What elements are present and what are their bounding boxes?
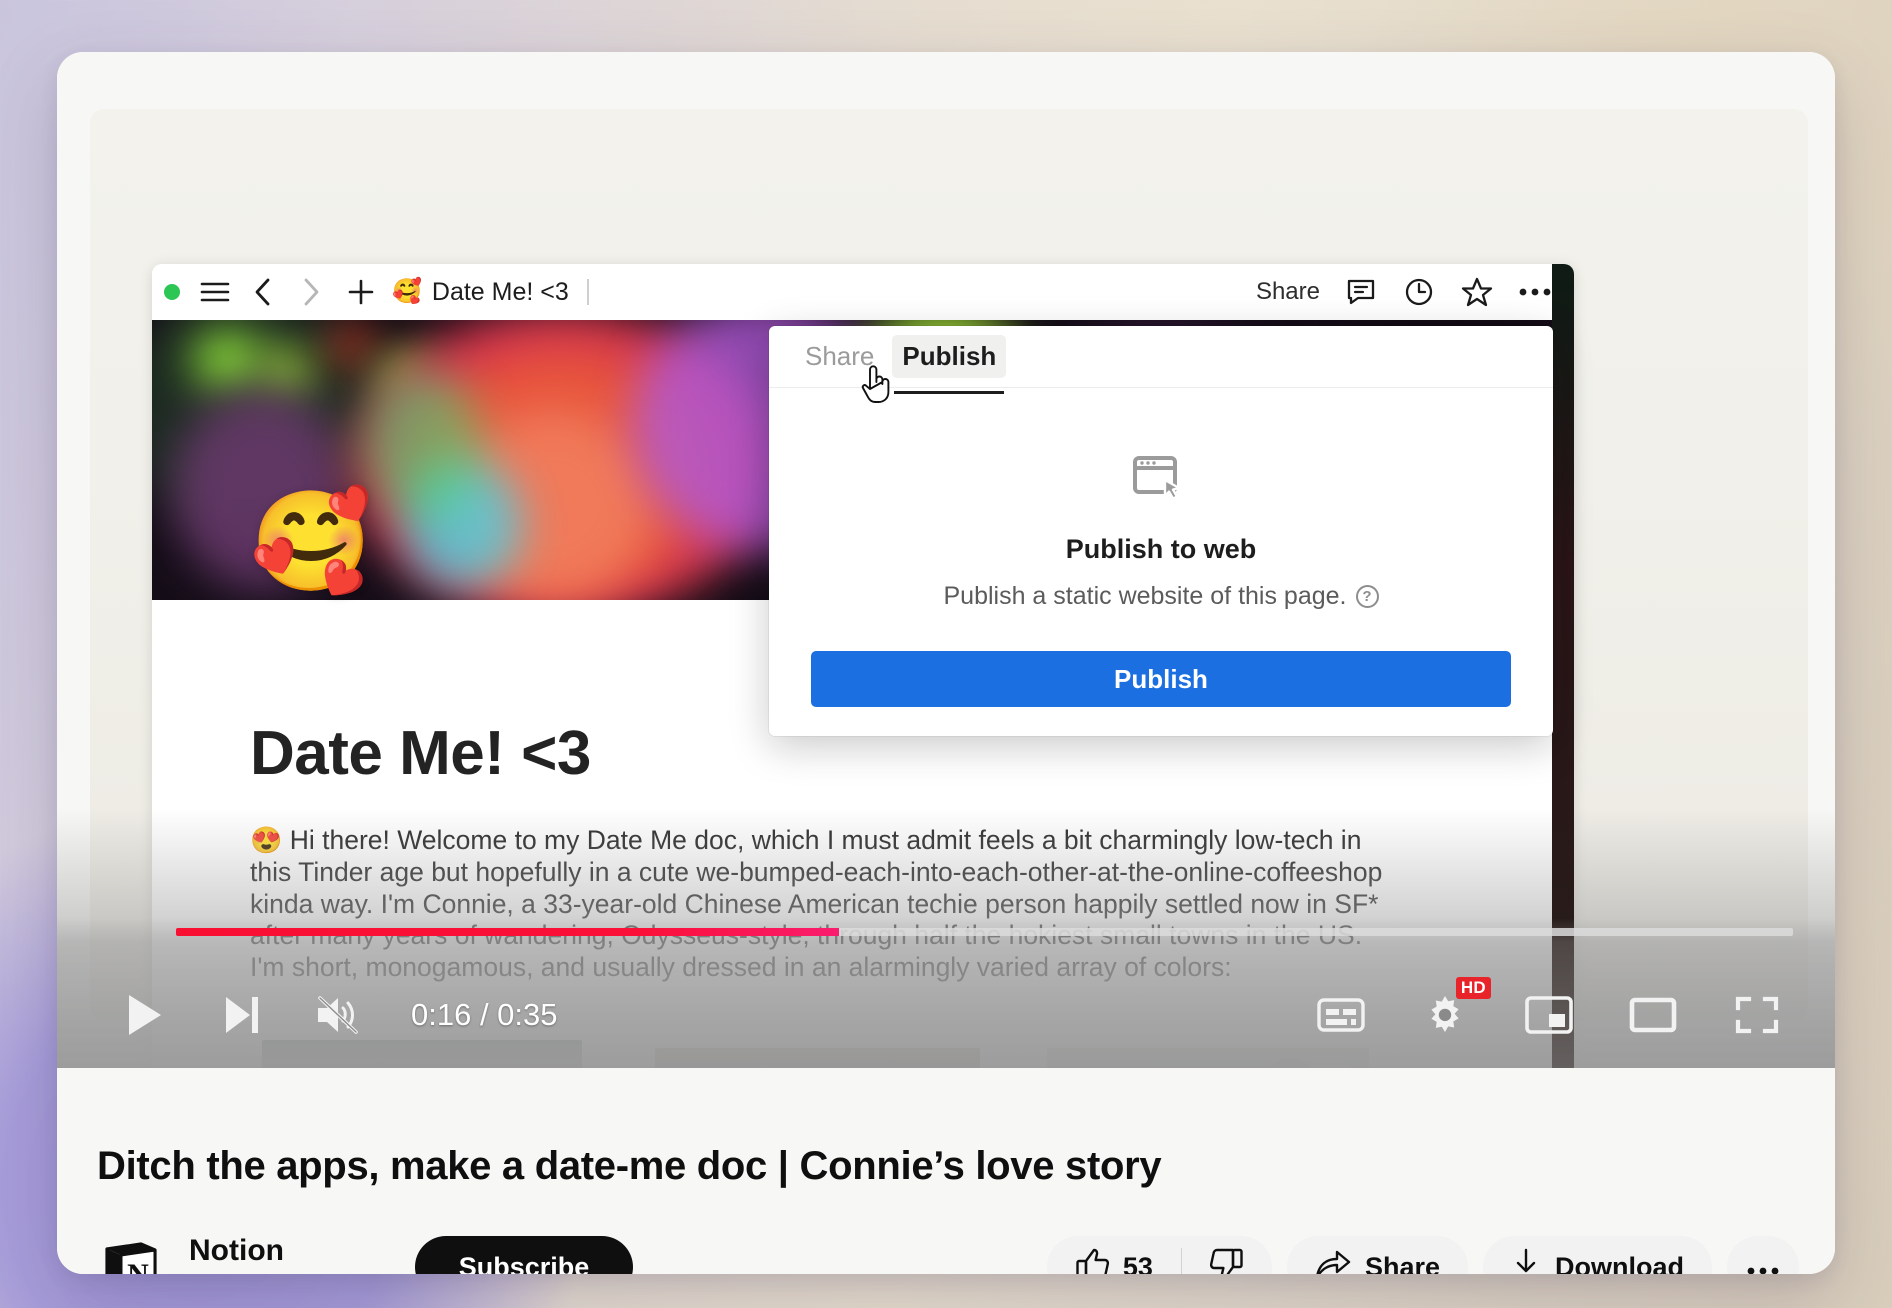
miniplayer-icon[interactable] [1501, 967, 1597, 1063]
comment-icon[interactable] [1344, 275, 1378, 309]
subtitles-icon[interactable] [1293, 967, 1389, 1063]
chevron-right-icon[interactable] [294, 275, 328, 309]
publish-to-web-subtitle: Publish a static website of this page. ? [769, 582, 1553, 611]
publish-button[interactable]: Publish [811, 651, 1511, 707]
notion-topbar: 🥰 Date Me! <3 Share [152, 264, 1574, 320]
star-icon[interactable] [1460, 275, 1494, 309]
browser-window-cursor-icon [769, 454, 1553, 506]
video-action-buttons: 53 [1047, 1236, 1799, 1274]
video-controls-right: HD [1293, 967, 1805, 1063]
more-horizontal-icon[interactable] [1518, 275, 1552, 309]
video-controls-bar[interactable]: 0:16 / 0:35 [57, 918, 1835, 1068]
download-button[interactable]: Download [1483, 1236, 1712, 1274]
video-controls-row: 0:16 / 0:35 [57, 962, 1835, 1068]
popup-tab-bar: Share Publish [769, 326, 1553, 388]
channel-subscribers: 292K subscribers [189, 1273, 367, 1274]
subscribe-button[interactable]: Subscribe [415, 1236, 634, 1274]
hamburger-menu-icon[interactable] [198, 275, 232, 309]
share-label: Share [1365, 1252, 1440, 1275]
green-dot-icon [164, 284, 180, 300]
video-player[interactable]: 🥰 Date Me! <3 Share [57, 52, 1835, 1068]
gear-icon[interactable]: HD [1397, 967, 1493, 1063]
like-dislike-group: 53 [1047, 1236, 1272, 1274]
channel-name: Notion [189, 1234, 367, 1268]
video-progress-played [176, 928, 839, 936]
play-icon[interactable] [97, 967, 193, 1063]
question-mark-circle-icon[interactable]: ? [1356, 585, 1379, 608]
clock-icon[interactable] [1402, 275, 1436, 309]
notion-page-title-breadcrumb: Date Me! <3 [432, 278, 569, 307]
fullscreen-icon[interactable] [1709, 967, 1805, 1063]
share-arrow-icon [1315, 1248, 1351, 1275]
svg-text:N: N [127, 1258, 149, 1274]
youtube-video-card: 🥰 Date Me! <3 Share [57, 52, 1835, 1274]
volume-muted-icon[interactable] [289, 967, 385, 1063]
publish-subtitle-text: Publish a static website of this page. [943, 582, 1346, 611]
paragraph-emoji: 😍 [250, 825, 282, 855]
publish-popup: Share Publish Publish to [769, 326, 1553, 736]
video-meta-row: N Notion 292K subscribers Subscribe [97, 1222, 1799, 1274]
video-progress-bar[interactable] [176, 928, 1793, 936]
notion-page-emoji-small: 🥰 [392, 280, 422, 304]
notion-share-button[interactable]: Share [1256, 278, 1320, 306]
publish-to-web-title: Publish to web [769, 534, 1553, 565]
publish-panel: Publish to web Publish a static website … [769, 388, 1553, 707]
thumbs-down-icon [1210, 1247, 1244, 1275]
thumbs-up-icon [1075, 1247, 1109, 1275]
text-caret [587, 279, 589, 305]
more-options-button[interactable] [1727, 1236, 1799, 1274]
video-time-display: 0:16 / 0:35 [411, 997, 558, 1033]
dislike-button[interactable] [1182, 1236, 1272, 1274]
chevron-left-icon[interactable] [246, 275, 280, 309]
notion-topbar-actions: Share [1256, 275, 1552, 309]
plus-icon[interactable] [344, 275, 378, 309]
share-button[interactable]: Share [1287, 1236, 1468, 1274]
video-title: Ditch the apps, make a date-me doc | Con… [97, 1144, 1161, 1189]
like-button[interactable]: 53 [1047, 1236, 1181, 1274]
next-track-icon[interactable] [193, 967, 289, 1063]
hd-quality-badge: HD [1456, 977, 1491, 999]
more-horizontal-icon [1747, 1252, 1779, 1275]
theater-mode-icon[interactable] [1605, 967, 1701, 1063]
hand-pointer-cursor [859, 362, 893, 402]
notion-breadcrumb[interactable]: 🥰 Date Me! <3 [392, 278, 569, 307]
notion-logo-icon[interactable]: N [97, 1234, 163, 1274]
download-icon [1511, 1248, 1541, 1275]
tab-publish[interactable]: Publish [892, 335, 1006, 378]
notion-page-emoji[interactable]: 🥰 [250, 492, 372, 590]
like-count: 53 [1123, 1252, 1153, 1275]
download-label: Download [1555, 1252, 1684, 1275]
video-info-section: Ditch the apps, make a date-me doc | Con… [57, 1068, 1835, 1274]
channel-info[interactable]: Notion 292K subscribers [189, 1234, 367, 1274]
